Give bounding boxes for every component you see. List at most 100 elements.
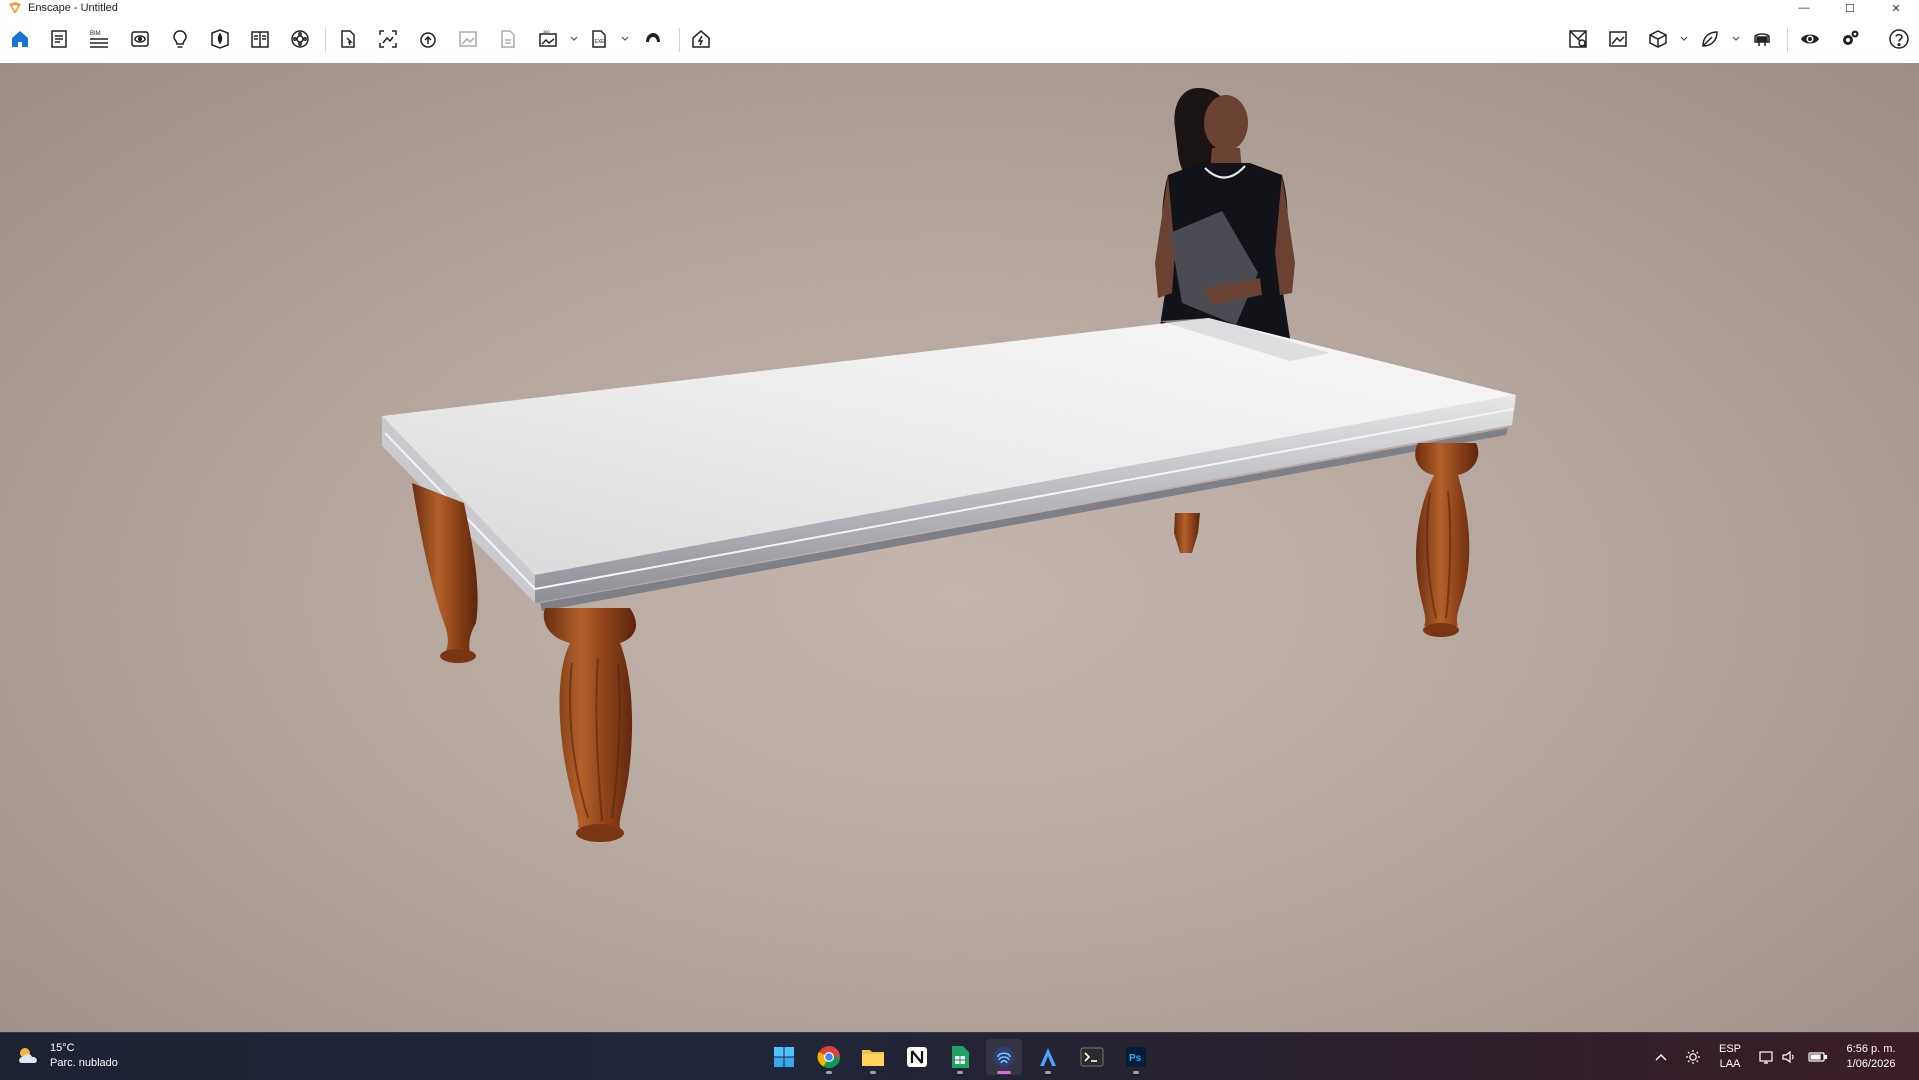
materials-icon [251, 31, 269, 48]
home-icon [12, 31, 28, 47]
weather-condition: Parc. nublado [50, 1057, 118, 1069]
taskbar-revit[interactable] [1030, 1039, 1066, 1075]
language-code: ESP [1718, 1042, 1741, 1055]
render-viewport[interactable] [0, 63, 1919, 1032]
project-info-button[interactable] [44, 24, 74, 54]
leaf-icon [1702, 31, 1718, 47]
chrome-icon [817, 1046, 840, 1068]
close-button[interactable]: ✕ [1873, 0, 1919, 16]
chevron-down-icon [1732, 36, 1740, 41]
help-button[interactable] [1884, 24, 1914, 54]
maximize-button[interactable]: ☐ [1827, 0, 1873, 16]
panorama-button[interactable]: 360 [533, 24, 563, 54]
materials-button[interactable] [245, 24, 275, 54]
light-button[interactable] [165, 24, 195, 54]
vr-headset-button[interactable] [1747, 24, 1777, 54]
atmosphere-button[interactable] [285, 24, 315, 54]
title-bar: Enscape - Untitled — ☐ ✕ [0, 0, 1919, 16]
window-title: Enscape - Untitled [28, 2, 118, 14]
light-bulb-icon [173, 30, 187, 48]
taskbar-enscape[interactable] [986, 1039, 1022, 1075]
windows-taskbar: 15°C Parc. nublado Ps ESP LAA 6:56 p. m.… [0, 1032, 1919, 1080]
language-indicator[interactable]: ESP LAA [1712, 1033, 1748, 1080]
keyboard-layout: LAA [1719, 1057, 1741, 1070]
photoshop-icon: Ps [1126, 1047, 1146, 1067]
visual-settings-button[interactable] [1603, 24, 1633, 54]
minimap-icon [1569, 30, 1587, 48]
cube-icon [1649, 30, 1667, 48]
file-explorer-icon [862, 1050, 884, 1066]
screenshot-button[interactable] [373, 24, 403, 54]
sketch-button[interactable] [1695, 24, 1725, 54]
view-mode-dropdown[interactable] [1679, 34, 1689, 44]
view-button[interactable] [125, 24, 155, 54]
enscape-logo-icon [9, 2, 21, 14]
capture-icon [341, 30, 355, 48]
speaker-icon [1782, 1050, 1794, 1063]
home-button[interactable] [5, 24, 35, 54]
minimize-button[interactable]: — [1781, 0, 1827, 16]
chevron-down-icon [621, 36, 629, 41]
toolbar-separator [679, 28, 680, 52]
asset-library-button[interactable] [205, 24, 235, 54]
scene-render [382, 88, 1516, 842]
volume-button[interactable] [1780, 1033, 1798, 1080]
network-icon [1759, 1050, 1773, 1064]
bim-icon: BIM [90, 31, 108, 48]
start-button[interactable] [766, 1039, 802, 1075]
image-button[interactable] [453, 24, 483, 54]
document-button[interactable] [493, 24, 523, 54]
export-dropdown[interactable] [620, 34, 630, 44]
taskbar-photoshop[interactable]: Ps [1118, 1039, 1154, 1075]
clock-date: 1/06/2026 [1846, 1057, 1896, 1070]
windows-start-icon [774, 1047, 794, 1067]
taskbar-chrome[interactable] [811, 1039, 847, 1075]
cloud-upload-button[interactable] [638, 24, 668, 54]
visual-settings-icon [1609, 31, 1627, 47]
notion-icon [907, 1047, 927, 1067]
battery-icon [1808, 1051, 1828, 1062]
taskbar-sheets[interactable] [942, 1039, 978, 1075]
upload-house-icon [692, 30, 710, 48]
sheets-icon [952, 1046, 969, 1068]
show-hidden-icons-button[interactable] [1650, 1033, 1672, 1080]
eye-icon [1801, 34, 1819, 44]
brightness-icon [1686, 1049, 1700, 1064]
main-toolbar: BIM 360 EXE [0, 16, 1919, 74]
terminal-icon [1080, 1047, 1104, 1067]
export-exe-icon: EXE [592, 30, 606, 48]
partly-cloudy-icon [19, 1048, 37, 1063]
panorama-dropdown[interactable] [569, 34, 579, 44]
settings-gear-icon [1843, 30, 1859, 45]
chevron-down-icon [1680, 36, 1688, 41]
brightness-button[interactable] [1682, 1033, 1704, 1080]
upload-model-button[interactable] [686, 24, 716, 54]
svg-text:360: 360 [543, 29, 550, 34]
taskbar-terminal[interactable] [1074, 1039, 1110, 1075]
live-view-button[interactable] [1795, 24, 1825, 54]
capture-button[interactable] [333, 24, 363, 54]
view-mode-button[interactable] [1643, 24, 1673, 54]
bim-button[interactable]: BIM [84, 24, 114, 54]
network-button[interactable] [1758, 1033, 1776, 1080]
taskbar-file-explorer[interactable] [855, 1039, 891, 1075]
table-top [382, 318, 1516, 611]
export-button[interactable]: EXE [584, 24, 614, 54]
weather-widget[interactable]: 15°C Parc. nublado [16, 1041, 118, 1071]
help-icon [1889, 29, 1909, 49]
view-icon [131, 31, 149, 47]
panorama-icon: 360 [539, 29, 557, 47]
battery-button[interactable] [1806, 1033, 1830, 1080]
cloud-icon [646, 33, 660, 42]
toolbar-separator [1787, 28, 1788, 52]
minimap-button[interactable] [1563, 24, 1593, 54]
screenshot-icon [379, 30, 397, 48]
clock[interactable]: 6:56 p. m. 1/06/2026 [1836, 1033, 1906, 1080]
settings-button[interactable] [1835, 24, 1865, 54]
vr-headset-icon [1754, 33, 1770, 46]
batch-render-icon [420, 32, 436, 48]
batch-render-button[interactable] [413, 24, 443, 54]
sketch-dropdown[interactable] [1731, 34, 1741, 44]
taskbar-notion[interactable] [899, 1039, 935, 1075]
chevron-down-icon [570, 36, 578, 41]
